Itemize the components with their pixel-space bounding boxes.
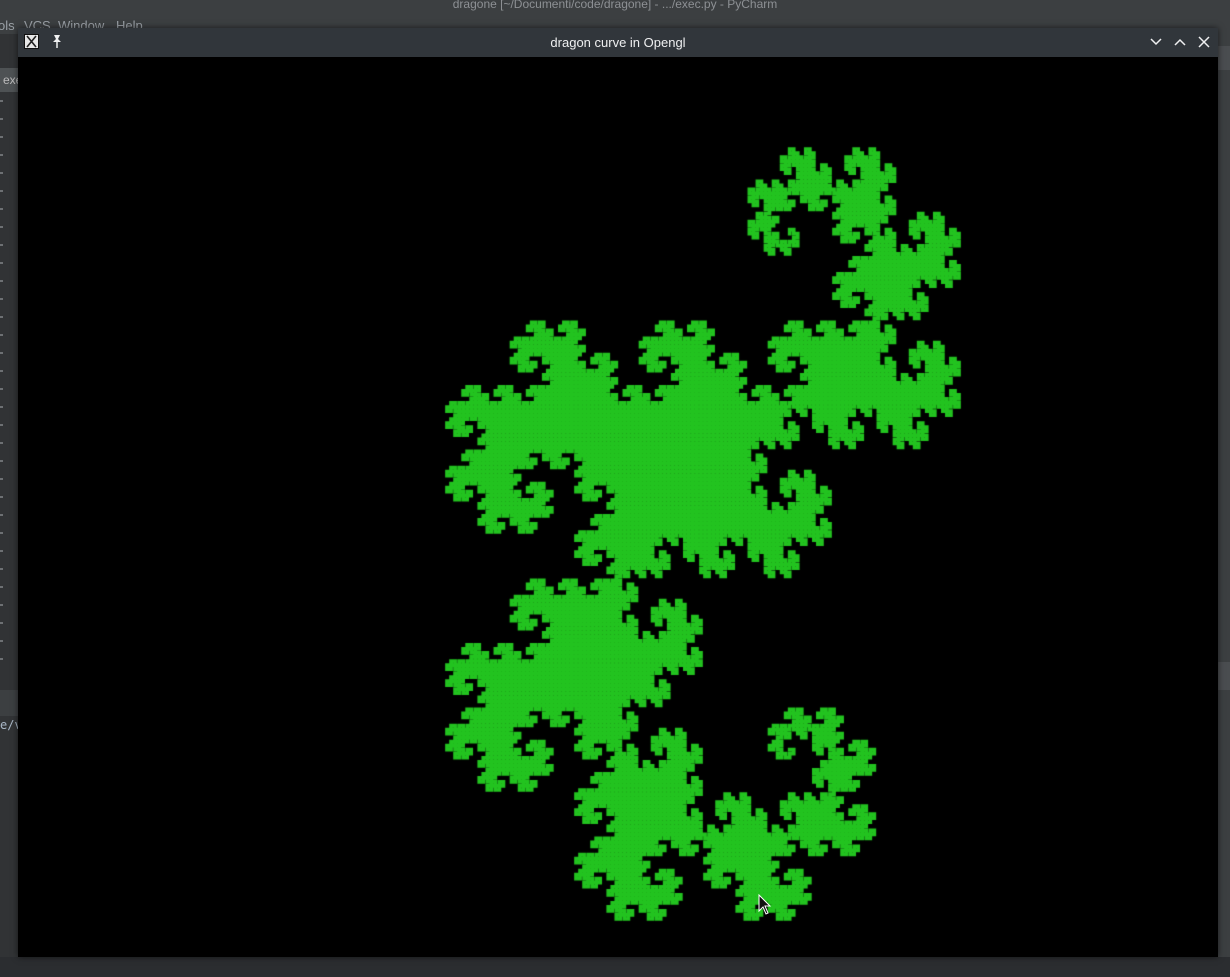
ide-status-area xyxy=(0,957,1230,977)
menu-item-tools[interactable]: ols xyxy=(0,18,15,33)
mouse-cursor-icon xyxy=(758,894,772,915)
ide-run-toolbar xyxy=(0,690,18,716)
ide-console-output: e/v xyxy=(0,718,18,732)
ide-editor-tab[interactable]: exec xyxy=(0,68,18,92)
ide-right-strip xyxy=(1218,34,1230,977)
opengl-canvas[interactable] xyxy=(18,57,1218,957)
ide-window-title: dragone [~/Documenti/code/dragone] - ...… xyxy=(0,0,1230,12)
opengl-window: dragon curve in Opengl xyxy=(18,28,1218,957)
opengl-window-title: dragon curve in Opengl xyxy=(550,35,686,50)
opengl-titlebar[interactable]: dragon curve in Opengl xyxy=(18,28,1218,57)
maximize-icon[interactable] xyxy=(1173,35,1187,49)
ide-gutter xyxy=(0,96,6,666)
minimize-icon[interactable] xyxy=(1149,35,1163,49)
close-icon[interactable] xyxy=(1197,35,1211,49)
